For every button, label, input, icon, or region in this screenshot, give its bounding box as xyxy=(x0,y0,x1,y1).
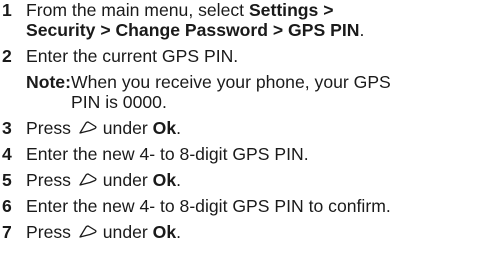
step-3: 3 Press under Ok. xyxy=(2,118,182,138)
step-2: 2 Enter the current GPS PIN. xyxy=(2,46,479,66)
step-6-text: Enter the new 4- to 8-digit GPS PIN to c… xyxy=(26,196,391,216)
step-number: 5 xyxy=(2,170,12,190)
step-1-line-1: From the main menu, select Settings > xyxy=(26,0,479,20)
note-text-line-2: PIN is 0000. xyxy=(71,92,167,112)
step-2-text: Enter the current GPS PIN. xyxy=(26,46,239,66)
note: Note: When you receive your phone, your … xyxy=(2,72,479,112)
step-4: 4 Enter the new 4- to 8-digit GPS PIN. xyxy=(2,144,479,164)
step-1: 1 From the main menu, select Settings > … xyxy=(2,0,479,40)
instruction-steps: 1 From the main menu, select Settings > … xyxy=(2,0,479,248)
step-7: 7 Press under Ok. xyxy=(2,222,182,242)
ok-label: Ok xyxy=(152,170,177,190)
step-4-text: Enter the new 4- to 8-digit GPS PIN. xyxy=(26,144,309,164)
step-1-line-2: Security > Change Password > GPS PIN. xyxy=(26,20,365,40)
step-1-text: From the main menu, select xyxy=(26,0,249,20)
ok-label: Ok xyxy=(152,222,177,242)
softkey-icon xyxy=(78,173,97,187)
step-6: 6 Enter the new 4- to 8-digit GPS PIN to… xyxy=(2,196,479,216)
menu-path-security: Security > Change Password > GPS PIN xyxy=(26,20,360,40)
ok-label: Ok xyxy=(152,118,177,138)
softkey-icon xyxy=(78,225,97,239)
step-number: 1 xyxy=(2,0,12,20)
softkey-icon xyxy=(78,121,97,135)
step-number: 4 xyxy=(2,144,12,164)
note-label: Note: xyxy=(26,72,71,92)
step-number: 6 xyxy=(2,196,12,216)
step-5: 5 Press under Ok. xyxy=(2,170,182,190)
menu-path-settings: Settings > xyxy=(248,0,334,20)
step-number: 7 xyxy=(2,222,12,242)
note-text-line-1: When you receive your phone, your GPS xyxy=(71,72,391,92)
step-number: 2 xyxy=(2,46,12,66)
step-number: 3 xyxy=(2,118,12,138)
